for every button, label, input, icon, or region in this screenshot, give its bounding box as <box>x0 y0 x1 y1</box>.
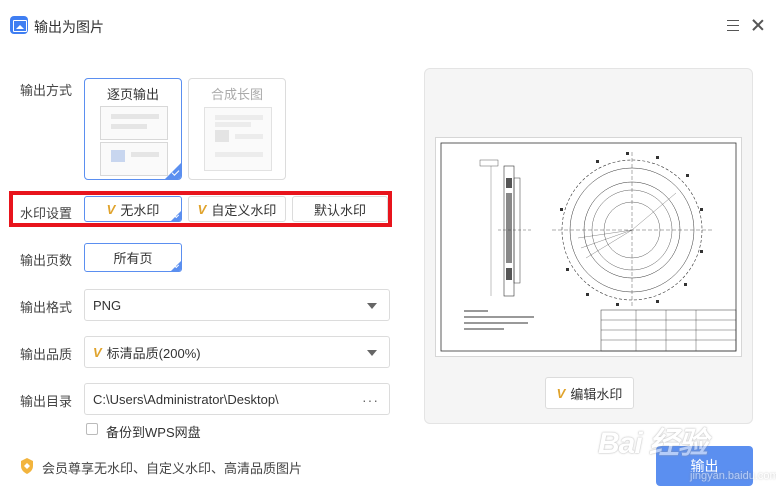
premium-v-icon: V <box>106 201 116 217</box>
backup-checkbox[interactable] <box>86 423 98 435</box>
window-title: 输出为图片 <box>34 19 104 35</box>
edit-watermark-button[interactable]: V 编辑水印 <box>545 377 634 409</box>
premium-v-icon: V <box>93 344 102 360</box>
format-select[interactable]: PNG <box>84 289 390 321</box>
drawing-preview <box>440 142 737 352</box>
member-notice: 会员尊享无水印、自定义水印、高清品质图片 <box>42 461 303 476</box>
long-image-icon <box>204 107 272 171</box>
watermark-none-button[interactable]: V 无水印 <box>84 196 182 222</box>
directory-label: 输出目录 <box>20 394 73 409</box>
watermark-text: Bai 经验 <box>598 427 708 460</box>
premium-v-icon: V <box>197 201 207 217</box>
chevron-down-icon <box>367 350 377 356</box>
menu-icon[interactable] <box>727 20 739 31</box>
preview-page <box>435 137 742 357</box>
image-icon <box>10 16 28 34</box>
preview-panel: V 编辑水印 <box>424 68 753 424</box>
premium-v-icon: V <box>556 385 566 401</box>
mode-per-page-label: 逐页输出 <box>106 87 159 102</box>
output-mode-label: 输出方式 <box>20 83 73 98</box>
chevron-down-icon <box>367 303 377 309</box>
title-bar: 输出为图片 <box>0 0 776 52</box>
more-icon[interactable]: ··· <box>362 392 379 408</box>
selected-check-icon <box>171 261 181 271</box>
quality-label: 输出品质 <box>20 347 73 362</box>
directory-field[interactable]: C:\Users\Administrator\Desktop\ ··· <box>84 383 390 415</box>
pages-all-button[interactable]: 所有页 <box>84 243 182 272</box>
format-label: 输出格式 <box>20 300 73 315</box>
format-value: PNG <box>93 297 122 313</box>
watermark-default-button[interactable]: 默认水印 <box>292 196 388 222</box>
watermark-sub: jingyan.baidu.com <box>690 470 776 482</box>
directory-value: C:\Users\Administrator\Desktop\ <box>93 391 279 407</box>
mode-long-image-label: 合成长图 <box>210 87 263 102</box>
watermark-none-label: 无水印 <box>120 202 160 218</box>
watermark-label: 水印设置 <box>20 206 73 221</box>
page-preview-icon <box>100 106 168 140</box>
crown-shield-icon <box>21 458 33 474</box>
page-preview-icon <box>100 142 168 176</box>
pages-all-label: 所有页 <box>113 251 153 266</box>
backup-label[interactable]: 备份到WPS网盘 <box>106 422 201 441</box>
baidu-watermark: Bai 经验 jingyan.baidu.com <box>590 412 776 492</box>
selected-check-icon <box>165 163 181 179</box>
quality-value: 标清品质(200%) <box>106 345 201 361</box>
watermark-custom-button[interactable]: V 自定义水印 <box>188 196 286 222</box>
watermark-custom-label: 自定义水印 <box>211 202 277 218</box>
selected-check-icon <box>171 211 181 221</box>
edit-watermark-label: 编辑水印 <box>570 386 623 402</box>
watermark-default-label: 默认水印 <box>313 202 366 218</box>
mode-card-per-page[interactable]: 逐页输出 <box>84 78 182 180</box>
quality-select[interactable]: V 标清品质(200%) <box>84 336 390 368</box>
close-icon[interactable] <box>751 18 765 32</box>
pages-label: 输出页数 <box>20 253 73 268</box>
mode-card-long-image[interactable]: 合成长图 <box>188 78 286 180</box>
